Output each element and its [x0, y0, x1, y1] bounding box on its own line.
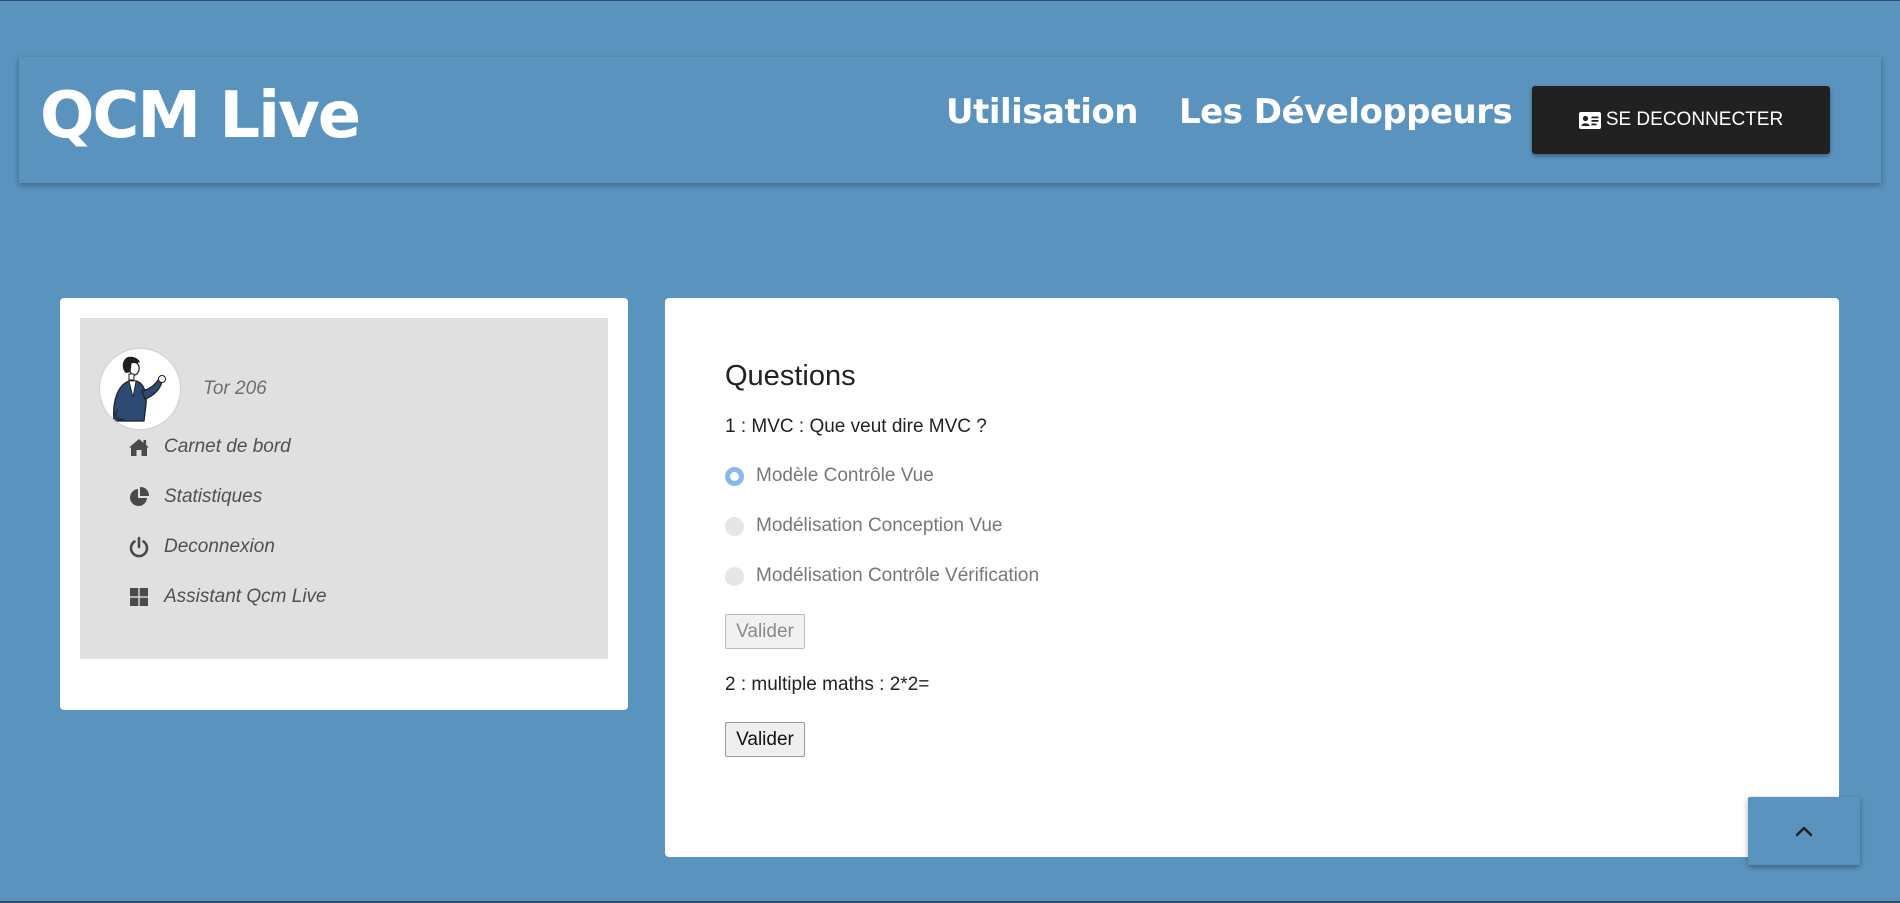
- username: Tor 206: [203, 378, 267, 399]
- home-icon: [128, 436, 150, 458]
- answer-option-label: Modèle Contrôle Vue: [756, 465, 934, 486]
- avatar: [100, 349, 180, 429]
- navbar: QCM Live Utilisation Les Développeurs SE…: [19, 57, 1881, 183]
- answer-option[interactable]: Modélisation Conception Vue: [725, 513, 1002, 539]
- sidebar-item-deconnexion[interactable]: Deconnexion: [128, 532, 275, 562]
- pie-chart-icon: [128, 486, 150, 508]
- sidebar-item-label: Carnet de bord: [164, 436, 291, 457]
- answer-option[interactable]: Modèle Contrôle Vue: [725, 463, 934, 489]
- nav-link-utilisation[interactable]: Utilisation: [946, 90, 1138, 134]
- scroll-to-top-button[interactable]: [1748, 797, 1860, 865]
- validate-button[interactable]: Valider: [725, 722, 805, 757]
- answer-option-label: Modélisation Contrôle Vérification: [756, 565, 1040, 586]
- logout-button[interactable]: SE DECONNECTER: [1532, 86, 1830, 154]
- power-icon: [128, 536, 150, 558]
- questions-card: Questions 1 : MVC : Que veut dire MVC ? …: [665, 298, 1839, 857]
- question-text: 2 : multiple maths : 2*2=: [725, 674, 930, 695]
- answer-option-label: Modélisation Conception Vue: [756, 515, 1003, 536]
- sidebar-item-assistant[interactable]: Assistant Qcm Live: [128, 582, 327, 612]
- page-title: Questions: [725, 360, 856, 392]
- id-card-icon: [1578, 111, 1601, 129]
- radio-button[interactable]: [725, 566, 744, 586]
- chevron-up-icon: [1795, 826, 1813, 837]
- question-text: 1 : MVC : Que veut dire MVC ?: [725, 416, 987, 437]
- nav-link-developpeurs[interactable]: Les Développeurs: [1179, 90, 1513, 134]
- profile-panel: Tor 206 Carnet de bord Statistiques Deco…: [80, 318, 608, 659]
- sidebar-item-label: Statistiques: [164, 486, 263, 507]
- profile-card: Tor 206 Carnet de bord Statistiques Deco…: [60, 298, 628, 710]
- radio-button[interactable]: [725, 466, 744, 486]
- sidebar-item-label: Assistant Qcm Live: [164, 586, 327, 607]
- windows-icon: [128, 586, 150, 608]
- logout-button-label: SE DECONNECTER: [1605, 109, 1784, 130]
- answer-option[interactable]: Modélisation Contrôle Vérification: [725, 563, 1039, 589]
- validate-button[interactable]: Valider: [725, 614, 805, 649]
- sidebar-item-carnet-de-bord[interactable]: Carnet de bord: [128, 432, 291, 462]
- sidebar-item-label: Deconnexion: [164, 536, 275, 557]
- radio-button[interactable]: [725, 516, 744, 536]
- sidebar-item-statistiques[interactable]: Statistiques: [128, 482, 262, 512]
- brand-logo[interactable]: QCM Live: [40, 79, 361, 153]
- top-border: [0, 0, 1900, 1]
